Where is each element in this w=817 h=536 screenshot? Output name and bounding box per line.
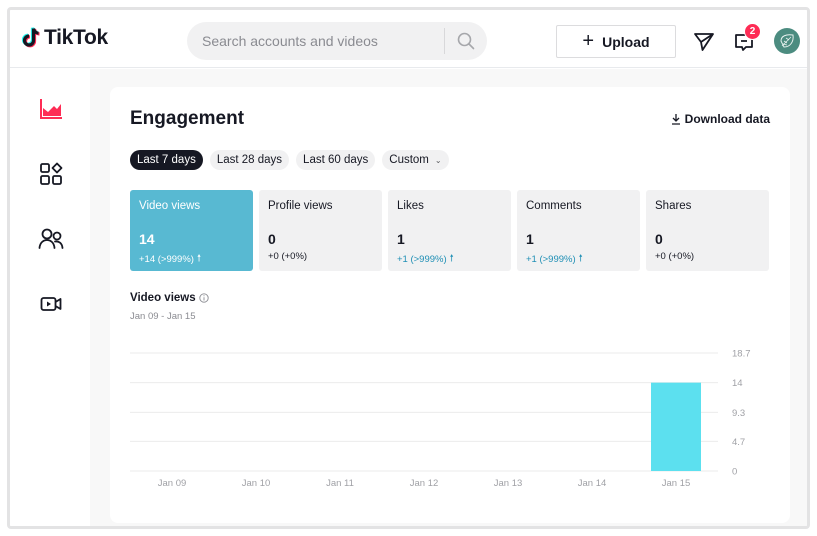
bar [651, 382, 701, 471]
search-button[interactable] [445, 22, 487, 60]
info-icon[interactable] [198, 293, 209, 303]
metric-label: Profile views [268, 200, 333, 212]
x-tick-label: Jan 10 [242, 478, 271, 489]
metric-change-text: +14 (>999%) [139, 253, 194, 265]
metric-value: 0 [655, 231, 663, 247]
metric-comments[interactable]: Comments 1 +1 (>999%) 🠕 [517, 190, 640, 271]
filter-custom-dropdown[interactable]: Custom ⌄ [382, 150, 449, 170]
search-icon [457, 32, 475, 50]
page-title: Engagement [130, 108, 245, 129]
engagement-card: Engagement Download data Last 7 days Las… [110, 87, 790, 523]
tiktok-note-icon [21, 27, 40, 48]
arrow-up-icon: 🠕 [578, 253, 583, 264]
arrow-up-icon: 🠕 [449, 253, 454, 264]
logo-text: TikTok [44, 26, 108, 49]
sidebar-item-live[interactable] [38, 291, 64, 317]
filter-last-60-days[interactable]: Last 60 days [296, 150, 376, 170]
metric-change-text: +1 (>999%) [397, 253, 447, 265]
video-icon [40, 297, 62, 311]
filter-label: Last 60 days [303, 154, 369, 166]
avatar-leaf-icon [780, 34, 794, 48]
metric-likes[interactable]: Likes 1 +1 (>999%) 🠕 [388, 190, 511, 271]
y-tick-label: 18.7 [732, 349, 751, 360]
send-icon[interactable] [693, 32, 715, 52]
x-tick-label: Jan 13 [494, 478, 523, 489]
chart-area-icon [40, 99, 62, 119]
chart-title-text: Video views [130, 292, 196, 304]
main-content: Engagement Download data Last 7 days Las… [90, 69, 807, 526]
y-tick-label: 0 [732, 467, 737, 478]
metric-profile-views[interactable]: Profile views 0 +0 (+0%) [259, 190, 382, 271]
download-label: Download data [684, 112, 770, 126]
download-icon [671, 114, 680, 125]
search-input[interactable] [187, 22, 444, 60]
metric-change: +0 (+0%) [268, 251, 307, 262]
x-tick-label: Jan 09 [158, 478, 187, 489]
metric-value: 0 [268, 231, 276, 247]
chevron-down-icon: ⌄ [434, 155, 442, 165]
metric-change: +1 (>999%) 🠕 [397, 251, 454, 267]
x-tick-label: Jan 11 [326, 478, 354, 489]
avatar[interactable] [774, 28, 800, 54]
metric-value: 1 [526, 231, 534, 247]
tiktok-logo[interactable]: TikTok [21, 26, 108, 50]
sidebar [10, 69, 90, 526]
metric-label: Shares [655, 200, 692, 212]
chart-date-range: Jan 09 - Jan 15 [130, 311, 196, 322]
metric-label: Video views [139, 200, 201, 212]
x-tick-label: Jan 12 [410, 478, 439, 489]
y-tick-label: 4.7 [732, 437, 745, 448]
metric-tiles: Video views 14 +14 (>999%) 🠕 Profile vie… [130, 190, 769, 271]
notification-badge: 2 [744, 23, 761, 40]
y-tick-label: 14 [732, 378, 743, 389]
filter-label: Last 28 days [216, 154, 283, 166]
metric-change-text: +0 (+0%) [268, 251, 308, 262]
sidebar-item-analytics[interactable] [38, 96, 64, 122]
grid-icon [40, 162, 63, 185]
x-tick-label: Jan 15 [662, 478, 691, 489]
metric-value: 14 [139, 231, 155, 247]
metric-change-text: +0 (+0%) [655, 251, 695, 262]
metric-label: Comments [526, 200, 582, 212]
app-window: TikTok + Upload 2 [7, 7, 810, 529]
filter-last-28-days[interactable]: Last 28 days [209, 150, 290, 170]
metric-change-text: +1 (>999%) [526, 253, 576, 265]
video-views-chart: 0 4.7 9.3 14 18.7 Jan 09 Jan 10 Jan 11 Jan 12 Ja… [130, 349, 751, 489]
x-tick-label: Jan 14 [578, 478, 607, 489]
filter-last-7-days[interactable]: Last 7 days [130, 150, 203, 170]
download-data-button[interactable]: Download data [671, 112, 770, 126]
sidebar-item-content[interactable] [38, 161, 64, 187]
chart-title: Video views [130, 292, 209, 304]
metric-shares[interactable]: Shares 0 +0 (+0%) [646, 190, 769, 271]
arrow-up-icon: 🠕 [196, 253, 202, 264]
date-filters: Last 7 days Last 28 days Last 60 days Cu… [130, 150, 449, 170]
filter-label: Last 7 days [137, 154, 196, 166]
upload-label: Upload [602, 33, 650, 50]
y-tick-label: 9.3 [732, 408, 745, 419]
metric-video-views[interactable]: Video views 14 +14 (>999%) 🠕 [130, 190, 253, 271]
filter-label: Custom [389, 154, 429, 166]
sidebar-item-followers[interactable] [38, 226, 64, 252]
plus-icon: + [582, 29, 595, 52]
metric-value: 1 [397, 231, 405, 247]
search-bar [187, 22, 487, 60]
top-header: TikTok + Upload 2 [10, 10, 807, 68]
upload-button[interactable]: + Upload [556, 25, 676, 58]
users-icon [38, 228, 64, 249]
metric-change: +1 (>999%) 🠕 [526, 251, 583, 267]
metric-change: +0 (+0%) [655, 251, 694, 262]
metric-change: +14 (>999%) 🠕 [139, 251, 201, 267]
metric-label: Likes [397, 200, 424, 212]
